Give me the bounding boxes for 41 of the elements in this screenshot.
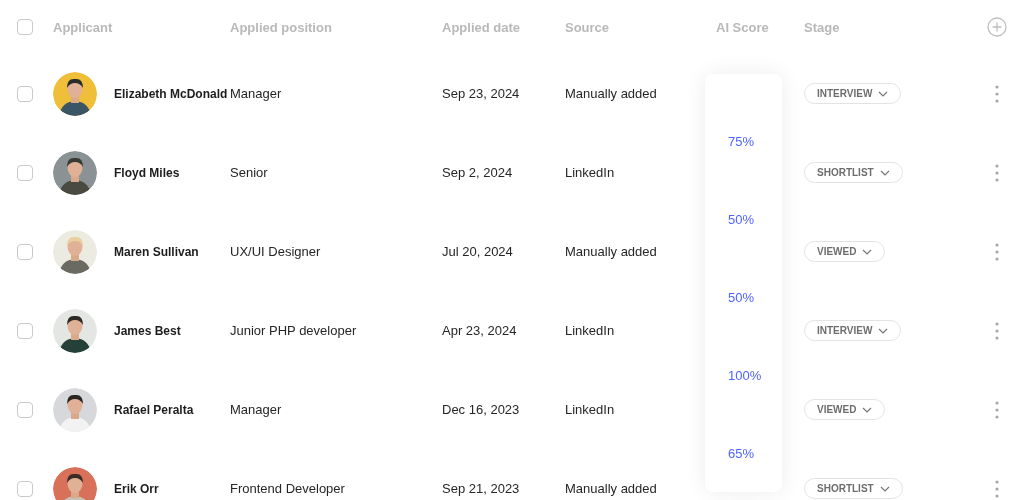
column-header: Source xyxy=(565,19,610,35)
position-text: Manager xyxy=(230,86,282,101)
source-text: Manually added xyxy=(565,244,657,259)
stage-dropdown[interactable]: INTERVIEW xyxy=(804,320,902,341)
stage-dropdown[interactable]: SHORTLIST xyxy=(804,162,903,183)
applicant-name: Floyd Miles xyxy=(114,165,180,180)
column-header: Applicant xyxy=(53,19,113,35)
applicant-name: Maren Sullivan xyxy=(114,244,199,259)
column-header: Applied date xyxy=(442,19,520,35)
column-header: Stage xyxy=(804,19,840,35)
stage-dropdown[interactable]: VIEWED xyxy=(804,241,886,262)
column-header: Applied position xyxy=(230,19,332,35)
stage-dropdown[interactable]: VIEWED xyxy=(804,399,886,420)
date-text: Apr 23, 2024 xyxy=(442,323,517,338)
ai-score: 100% xyxy=(728,367,762,383)
date-text: Jul 20, 2024 xyxy=(442,244,513,259)
date-text: Sep 2, 2024 xyxy=(442,165,513,180)
position-text: Frontend Developer xyxy=(230,481,345,496)
ai-score: 50% xyxy=(728,290,755,305)
source-text: Manually added xyxy=(565,86,657,101)
applicant-name: Elizabeth McDonald xyxy=(114,86,228,101)
stage-dropdown[interactable]: INTERVIEW xyxy=(804,83,902,104)
date-text: Sep 21, 2023 xyxy=(442,481,520,496)
source-text: Manually added xyxy=(565,481,657,496)
date-text: Dec 16, 2023 xyxy=(442,402,520,417)
source-text: LinkedIn xyxy=(565,165,615,180)
position-text: Manager xyxy=(230,402,282,417)
source-text: LinkedIn xyxy=(565,323,615,338)
column-header: AI Score xyxy=(716,19,769,35)
ai-score: 50% xyxy=(728,212,755,228)
position-text: UX/UI Designer xyxy=(230,244,321,259)
position-text: Senior xyxy=(230,165,268,180)
applicant-name: Rafael Peralta xyxy=(114,402,194,417)
source-text: LinkedIn xyxy=(565,402,615,417)
applicant-name: James Best xyxy=(114,323,181,338)
stage-dropdown[interactable]: SHORTLIST xyxy=(804,478,903,499)
applicant-name: Erik Orr xyxy=(114,481,159,496)
position-text: Junior PHP developer xyxy=(230,323,357,338)
date-text: Sep 23, 2024 xyxy=(442,86,520,101)
ai-score: 65% xyxy=(728,445,755,461)
ai-score: 75% xyxy=(728,134,755,150)
